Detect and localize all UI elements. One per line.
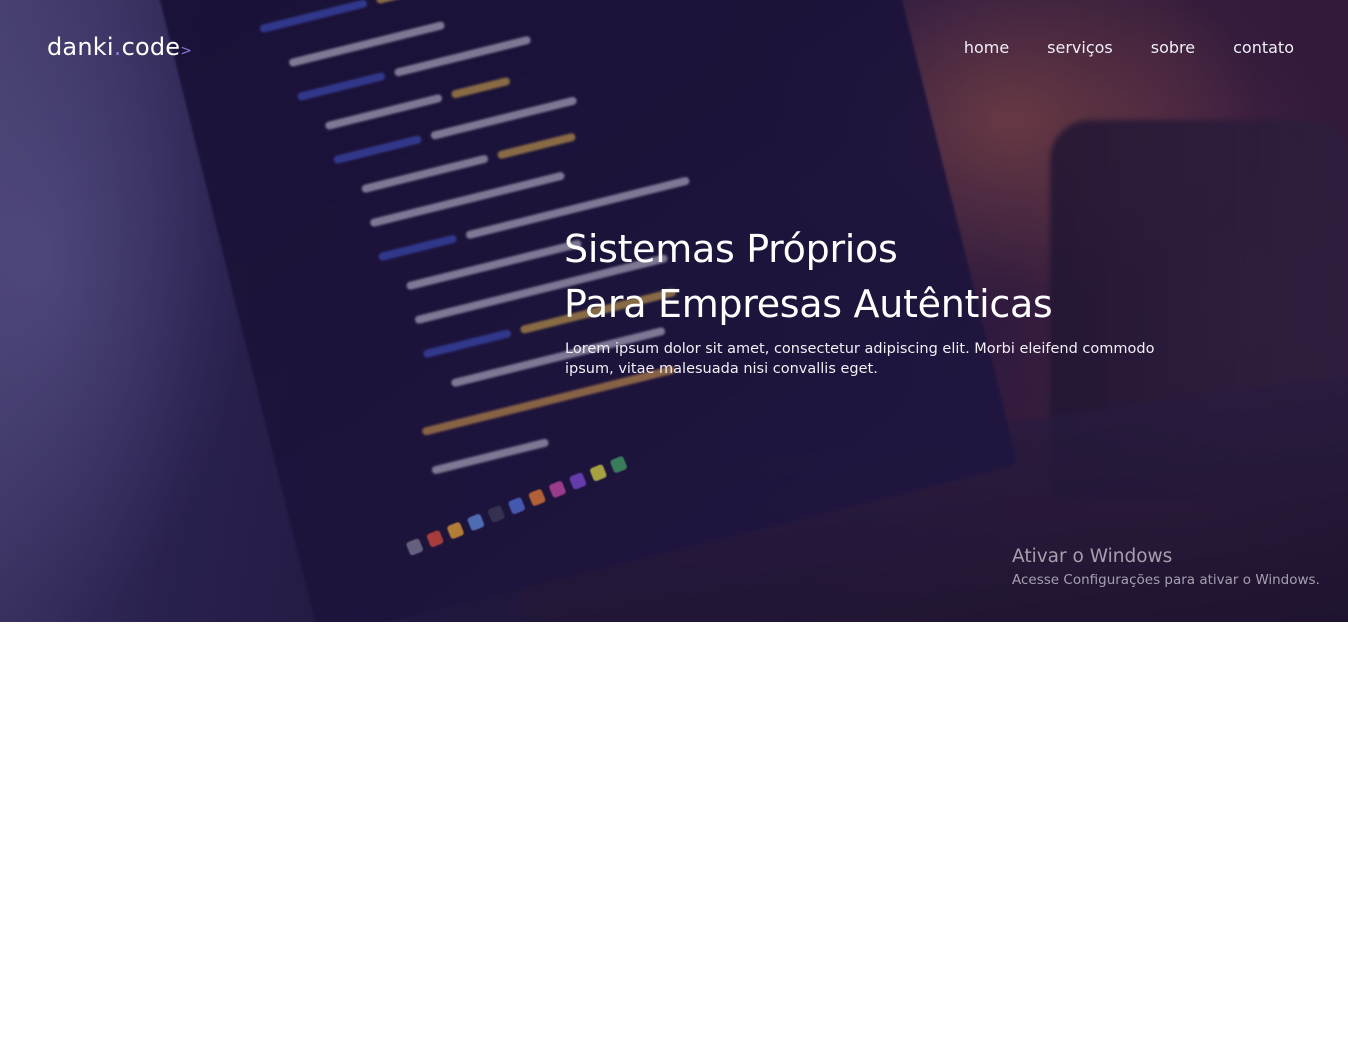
watermark-title: Ativar o Windows — [1012, 546, 1173, 567]
nav-link-sobre[interactable]: sobre — [1151, 38, 1195, 57]
brand-name-part2: code — [121, 33, 181, 61]
brand-name-part1: danki — [47, 33, 114, 61]
hero-banner: danki.code> home serviços sobre contato … — [0, 0, 1348, 622]
hero-description: Lorem ipsum dolor sit amet, consectetur … — [565, 341, 1155, 377]
page-body-empty — [0, 622, 1348, 1040]
windows-activation-watermark: Ativar o Windows Acesse Configurações pa… — [1012, 545, 1320, 591]
brand-logo[interactable]: danki.code> — [47, 33, 192, 61]
nav-link-contato[interactable]: contato — [1233, 38, 1294, 57]
nav-link-servicos[interactable]: serviços — [1047, 38, 1113, 57]
brand-arrow-icon: > — [180, 43, 193, 59]
hero-title-line-2: Para Empresas Autênticas — [564, 282, 1053, 326]
main-nav: home serviços sobre contato — [964, 38, 1294, 57]
nav-link-home[interactable]: home — [964, 38, 1009, 57]
brand-dot: . — [113, 33, 122, 61]
watermark-subtitle: Acesse Configurações para ativar o Windo… — [1012, 572, 1320, 588]
hero-title-line-1: Sistemas Próprios — [564, 227, 898, 271]
hero-headline: Sistemas Próprios Para Empresas Autêntic… — [564, 222, 1053, 332]
